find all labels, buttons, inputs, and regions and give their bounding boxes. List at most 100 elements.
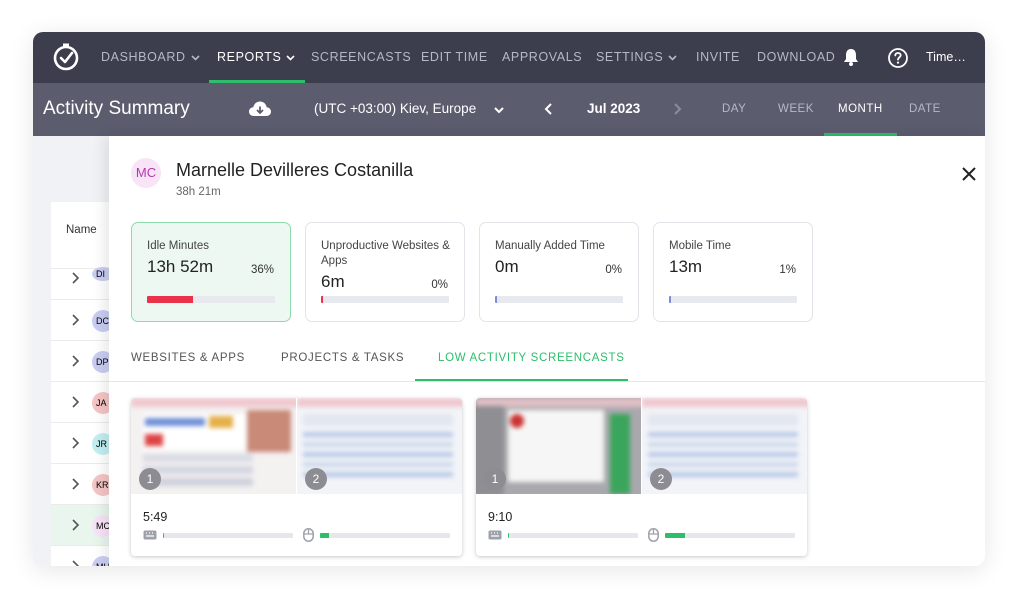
app-window: DASHBOARD REPORTS SCREENCASTS EDIT TIME … [33,32,985,566]
keyboard-activity-bar [508,533,638,538]
period-date-range[interactable]: DATE RANGE [909,83,985,168]
nav-invite[interactable]: INVITE [696,32,740,83]
user-name: Marnelle Devilleres Costanilla [176,160,414,180]
nav-settings-label: SETTINGS [596,50,664,64]
nav-download-label: DOWNLOAD [757,50,836,64]
stat-progress-fill [669,296,671,303]
stat-percent: 1% [779,264,796,276]
screencast-card[interactable]: 1 2 9:10 [476,398,807,556]
bell-icon[interactable] [841,47,861,67]
tab-projects-tasks[interactable]: PROJECTS & TASKS [281,352,404,364]
stat-percent: 36% [250,264,274,276]
screenshot-number-badge: 1 [484,468,506,490]
sub-header: Activity Summary (UTC +03:00) Kiev, Euro… [33,83,985,168]
help-icon[interactable] [887,47,909,69]
chevron-down-icon [668,55,677,61]
period-label: Jul 2023 [587,101,641,116]
nav-edit-time-label: EDIT TIME [421,50,488,64]
next-period-button[interactable] [670,102,684,116]
stat-card-manually-added-time[interactable]: Manually Added Time 0m 0% [479,222,639,322]
timezone-select[interactable]: (UTC +03:00) Kiev, Europe [314,101,476,116]
chevron-right-icon[interactable] [70,436,80,450]
nav-invite-label: INVITE [696,50,740,64]
clock-check-logo[interactable] [51,42,81,72]
stat-title: Idle Minutes [147,240,210,252]
nav-download[interactable]: DOWNLOAD [757,32,835,83]
nav-reports[interactable]: REPORTS [208,32,306,83]
keyboard-icon [143,530,157,540]
nav-edit-time[interactable]: EDIT TIME [421,32,488,83]
stat-progress-fill [321,296,323,303]
stat-percent: 0% [605,264,622,276]
chevron-right-icon[interactable] [70,395,80,409]
screenshot-number-badge: 2 [305,468,327,490]
avatar: MC [131,158,161,188]
screencast-card[interactable]: 1 2 5:49 [131,398,462,556]
previous-period-button[interactable] [542,102,556,116]
chevron-right-icon[interactable] [70,313,80,327]
chevron-down-icon [286,55,295,61]
chevron-right-icon[interactable] [70,559,80,566]
keyboard-activity-bar [163,533,293,538]
chevron-right-icon[interactable] [70,271,80,285]
top-nav: DASHBOARD REPORTS SCREENCASTS EDIT TIME … [33,32,985,83]
screencast-time: 5:49 [143,510,168,524]
period-month[interactable]: MONTH [824,83,897,136]
screencast-time: 9:10 [488,510,513,524]
user-detail-panel: MC Marnelle Devilleres Costanilla 38h 21… [109,136,985,566]
user-menu[interactable]: Time… [926,32,966,83]
mouse-activity-bar [320,533,450,538]
keyboard-activity-fill [508,533,509,538]
stat-value: 6m [321,272,345,291]
mouse-activity-fill [665,533,685,538]
screenshot-number-badge: 1 [139,468,161,490]
stat-progress-bar [495,296,623,303]
cloud-download-icon[interactable] [248,99,272,119]
chevron-right-icon[interactable] [70,477,80,491]
stat-progress-fill [147,296,193,303]
nav-screencasts[interactable]: SCREENCASTS [311,32,411,83]
stat-title: Mobile Time [669,240,731,252]
keyboard-icon [488,530,502,540]
screenshot-number-badge: 2 [650,468,672,490]
keyboard-activity-fill [163,533,164,538]
screencast-thumbnail[interactable]: 2 [642,398,807,494]
chevron-right-icon[interactable] [70,354,80,368]
column-header-name: Name [66,224,97,236]
stat-card-mobile-time[interactable]: Mobile Time 13m 1% [653,222,813,322]
page-title: Activity Summary [43,98,190,119]
mouse-icon [303,528,314,542]
period-week[interactable]: WEEK [778,83,814,136]
stat-progress-bar [321,296,449,303]
tab-low-activity-screencasts[interactable]: LOW ACTIVITY SCREENCASTS [438,352,625,364]
chevron-down-icon[interactable] [492,103,506,117]
stat-progress-fill [495,296,497,303]
close-icon[interactable] [962,167,976,181]
screencast-thumbnail[interactable]: 1 [476,398,641,494]
period-day[interactable]: DAY [722,83,746,136]
nav-settings[interactable]: SETTINGS [596,32,677,83]
stat-value: 13m [669,257,703,276]
tab-divider [109,381,985,382]
stat-card-unproductive-websites[interactable]: Unproductive Websites & Apps 6m 0% [305,222,465,322]
stat-percent: 0% [431,279,448,291]
stat-progress-bar [147,296,275,303]
chevron-right-icon[interactable] [70,518,80,532]
nav-screencasts-label: SCREENCASTS [311,50,412,64]
mouse-activity-bar [665,533,795,538]
stat-card-idle-minutes[interactable]: Idle Minutes 13h 52m 36% [131,222,291,322]
nav-dashboard-label: DASHBOARD [101,50,186,64]
nav-dashboard[interactable]: DASHBOARD [101,32,200,83]
stat-title: Manually Added Time [495,240,605,252]
screencast-thumbnail[interactable]: 2 [297,398,462,494]
mouse-icon [648,528,659,542]
user-total-time: 38h 21m [176,186,221,198]
tab-websites-apps[interactable]: WEBSITES & APPS [131,352,245,364]
screencast-thumbnail[interactable]: 1 [131,398,296,494]
stat-progress-bar [669,296,797,303]
nav-approvals[interactable]: APPROVALS [502,32,582,83]
nav-reports-label: REPORTS [217,50,282,64]
stat-value: 0m [495,257,519,276]
stat-value: 13h 52m [147,257,214,276]
nav-approvals-label: APPROVALS [502,50,583,64]
